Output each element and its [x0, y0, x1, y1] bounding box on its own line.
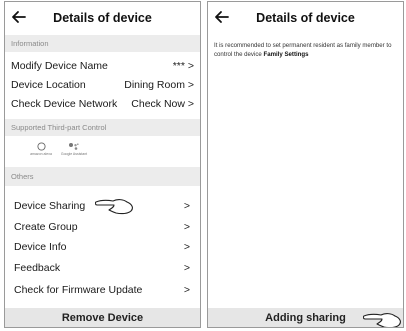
device-location-row[interactable]: Device Location Dining Room >: [5, 77, 200, 93]
control-caption: amazon alexa: [30, 152, 52, 156]
pointing-hand-icon: [95, 199, 133, 215]
third-party-controls: amazon alexa Google Assistant: [5, 138, 200, 166]
row-value: *** >: [172, 60, 194, 72]
chevron-right-icon: >: [183, 221, 190, 233]
control-caption: Google Assistant: [60, 152, 88, 156]
device-details-screen: Details of device Information Modify Dev…: [4, 1, 201, 328]
chevron-right-icon: >: [183, 262, 190, 274]
firmware-update-row[interactable]: Check for Firmware Update >: [5, 282, 200, 298]
header-bar: Details of device: [208, 2, 403, 33]
row-label: Check for Firmware Update: [14, 284, 143, 296]
row-label: Feedback: [14, 262, 61, 274]
header-bar: Details of device: [5, 2, 200, 33]
row-value: Dining Room >: [124, 79, 194, 91]
modify-device-name-row[interactable]: Modify Device Name *** >: [5, 58, 200, 74]
section-information: Information: [5, 35, 200, 52]
row-label: Check Device Network: [11, 98, 118, 110]
feedback-row[interactable]: Feedback >: [5, 260, 200, 276]
page-title: Details of device: [256, 11, 355, 25]
chevron-right-icon: >: [183, 200, 190, 212]
row-label: Create Group: [14, 221, 78, 233]
family-settings-link[interactable]: Family Settings: [263, 51, 308, 58]
page-title: Details of device: [53, 11, 152, 25]
row-label: Device Sharing: [14, 200, 86, 212]
device-sharing-screen: Details of device It is recommended to s…: [207, 1, 404, 328]
create-group-row[interactable]: Create Group >: [5, 219, 200, 235]
google-assistant-control[interactable]: Google Assistant: [57, 142, 91, 156]
alexa-ring-icon: [36, 142, 46, 151]
row-label: Device Info: [14, 241, 67, 253]
google-assistant-icon: [69, 143, 79, 150]
check-device-network-row[interactable]: Check Device Network Check Now >: [5, 96, 200, 112]
family-settings-note: It is recommended to set permanent resid…: [214, 42, 399, 59]
alexa-control[interactable]: amazon alexa: [27, 142, 55, 156]
device-info-row[interactable]: Device Info >: [5, 239, 200, 255]
chevron-right-icon: >: [183, 241, 190, 253]
row-label: Device Location: [11, 79, 86, 91]
row-value: Check Now >: [131, 98, 194, 110]
row-label: Modify Device Name: [11, 60, 108, 72]
chevron-right-icon: >: [183, 284, 190, 296]
section-third-party-control: Supported Third-part Control: [5, 119, 200, 136]
pointing-hand-icon: [363, 313, 401, 327]
remove-device-button[interactable]: Remove Device: [5, 308, 200, 327]
section-others: Others: [5, 167, 200, 186]
